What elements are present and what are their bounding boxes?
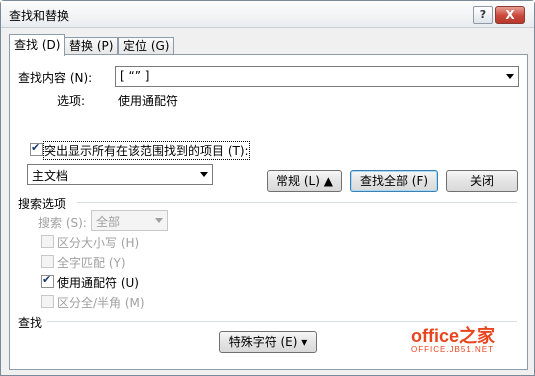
options-value: 使用通配符 — [118, 94, 179, 108]
find-what-input[interactable]: [ “” ] — [115, 66, 519, 87]
search-options-header: 搜索选项 — [18, 197, 67, 211]
dropdown-arrow-icon — [155, 218, 163, 223]
less-button[interactable]: 常规 (L) ▲ — [267, 170, 342, 192]
close-button[interactable]: 关闭 — [446, 170, 518, 192]
match-case-label: 区分大小写 (H) — [57, 236, 140, 250]
help-button[interactable]: ? — [473, 6, 493, 24]
scope-select[interactable]: 主文档 — [27, 164, 213, 185]
window-title: 查找和替换 — [9, 9, 70, 23]
search-options-divider — [77, 202, 517, 203]
highlight-checkbox[interactable] — [30, 141, 43, 156]
width-checkbox[interactable] — [41, 295, 54, 308]
highlight-label: 突出显示所有在该范围找到的项目 (T): — [43, 141, 250, 160]
whole-word-label: 全字匹配 (Y) — [57, 256, 126, 270]
special-characters-button[interactable]: 特殊字符 (E) ▾ — [219, 331, 317, 353]
wildcards-label: 使用通配符 (U) — [57, 276, 139, 290]
find-replace-dialog: 查找和替换 ? X 查找 (D) 替换 (P) 定位 (G) 查找内容 (N):… — [0, 0, 535, 376]
find-section-header: 查找 — [18, 316, 43, 330]
find-what-value: [ “” ] — [120, 69, 150, 83]
title-bar: 查找和替换 ? X — [1, 1, 534, 28]
options-label: 选项: — [57, 94, 86, 108]
dropdown-arrow-icon — [200, 172, 208, 177]
wildcards-checkbox[interactable] — [41, 273, 54, 288]
tab-goto[interactable]: 定位 (G) — [118, 37, 175, 55]
search-direction-value: 全部 — [96, 215, 121, 229]
watermark-url: OFFICE.JB51.NET — [411, 345, 495, 354]
tab-find[interactable]: 查找 (D) — [9, 34, 66, 56]
tab-replace[interactable]: 替换 (P) — [64, 37, 119, 55]
width-label: 区分全/半角 (M) — [57, 296, 145, 310]
find-what-label: 查找内容 (N): — [18, 71, 93, 85]
close-window-button[interactable]: X — [495, 6, 525, 24]
whole-word-checkbox[interactable] — [41, 255, 54, 268]
find-all-button[interactable]: 查找全部 (F) — [350, 170, 438, 192]
search-direction-select[interactable]: 全部 — [91, 210, 168, 231]
search-direction-label: 搜索 (S): — [38, 216, 87, 230]
scope-value: 主文档 — [32, 169, 69, 183]
match-case-checkbox[interactable] — [41, 235, 54, 248]
dropdown-arrow-icon — [506, 74, 514, 79]
